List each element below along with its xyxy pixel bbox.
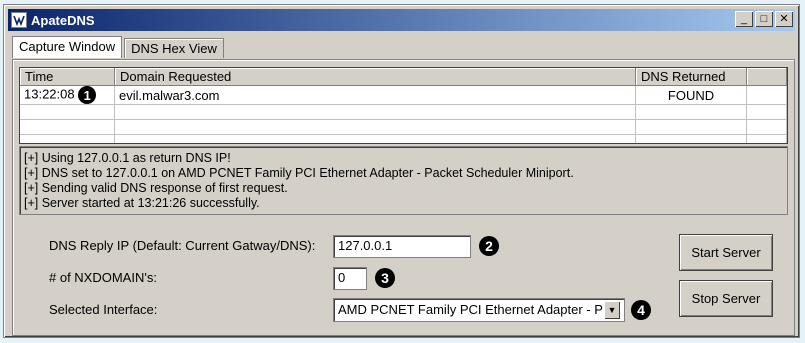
column-header-dns-returned[interactable]: DNS Returned [635,68,747,86]
callout-marker-3: 3 [375,268,395,288]
interface-select[interactable]: AMD PCNET Family PCI Ethernet Adapter - … [333,298,625,322]
callout-marker-2: 2 [479,236,499,256]
cell-time: 13:22:08 1 [20,85,115,105]
table-row[interactable] [20,104,787,120]
callout-marker-1: 1 [78,86,97,104]
maximize-button[interactable]: □ [755,11,773,27]
log-line: [+] DNS set to 127.0.0.1 on AMD PCNET Fa… [24,166,574,180]
log-line: [+] Sending valid DNS response of first … [24,181,288,195]
title-bar[interactable]: ApateDNS _ □ ✕ [8,9,795,31]
cell-extra [746,85,787,105]
tab-dns-hex-view[interactable]: DNS Hex View [124,38,224,58]
interface-label: Selected Interface: [49,302,158,317]
window-title: ApateDNS [31,12,95,28]
start-server-button[interactable]: Start Server [679,234,773,271]
request-table: Time Domain Requested DNS Returned 13:22… [19,67,788,144]
reply-ip-input[interactable]: 127.0.0.1 [333,235,471,258]
nxdomain-input[interactable]: 0 [333,267,367,290]
column-header-extra[interactable] [746,68,787,86]
callout-marker-4: 4 [631,300,651,320]
apatedns-window: ApateDNS _ □ ✕ Capture Window DNS Hex Vi… [3,4,800,338]
reply-ip-label: DNS Reply IP (Default: Current Gatway/DN… [49,238,316,253]
capture-panel: Time Domain Requested DNS Returned 13:22… [12,59,795,336]
table-row[interactable] [20,119,787,135]
log-line: [+] Using 127.0.0.1 as return DNS IP! [24,151,231,165]
column-header-domain[interactable]: Domain Requested [114,68,636,86]
nxdomain-label: # of NXDOMAIN's: [49,270,157,285]
log-output[interactable]: [+] Using 127.0.0.1 as return DNS IP! [+… [19,146,788,215]
log-line: [+] Server started at 13:21:26 successfu… [24,196,260,210]
tab-strip: Capture Window DNS Hex View [12,36,226,58]
chevron-down-icon[interactable]: ▼ [604,301,620,319]
table-row[interactable]: 13:22:08 1 evil.malwar3.com FOUND [20,85,787,105]
tab-capture-window[interactable]: Capture Window [12,36,123,58]
minimize-button[interactable]: _ [735,11,753,27]
close-button[interactable]: ✕ [775,11,793,27]
stop-server-button[interactable]: Stop Server [679,280,773,317]
column-header-time[interactable]: Time [20,68,115,86]
cell-domain: evil.malwar3.com [114,85,636,105]
cell-dns-returned: FOUND [635,85,747,105]
app-icon [11,12,27,28]
interface-select-value: AMD PCNET Family PCI Ethernet Adapter - … [338,302,603,317]
table-row[interactable] [20,134,787,143]
